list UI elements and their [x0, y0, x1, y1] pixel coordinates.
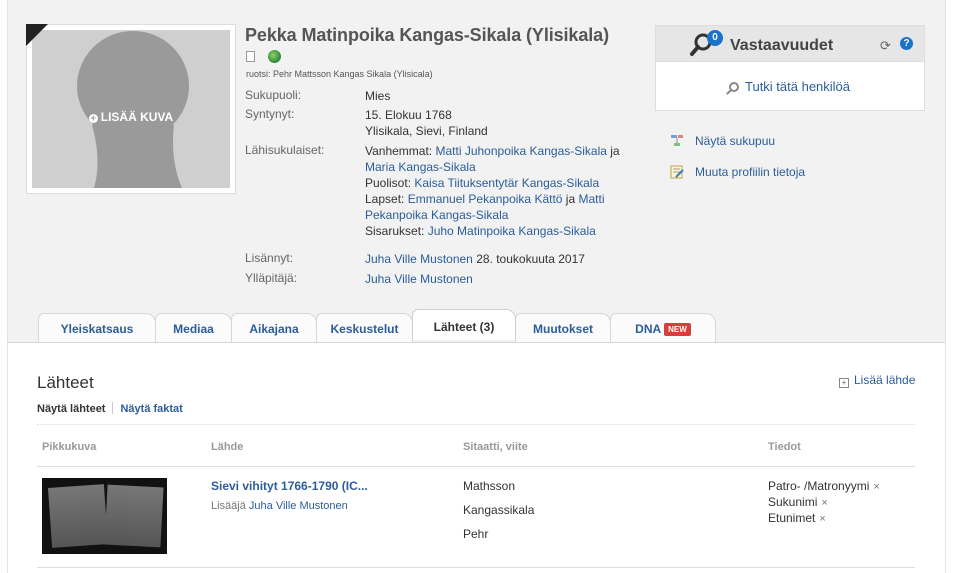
- tab-discussions[interactable]: Keskustelut: [316, 313, 413, 342]
- add-photo-label: LISÄÄ KUVA: [100, 110, 174, 124]
- column-citation: Sitaatti, viite: [463, 441, 528, 453]
- citation-item: Mathsson: [463, 479, 516, 493]
- edit-profile-icon: [670, 165, 684, 179]
- show-tree-label: Näytä sukupuu: [695, 134, 776, 148]
- info-label: Sukunimi: [768, 495, 818, 509]
- born-place: Ylisikala, Sievi, Finland: [365, 124, 488, 138]
- new-badge: NEW: [664, 323, 691, 336]
- manager-link[interactable]: Juha Ville Mustonen: [365, 272, 473, 286]
- tab-dna-label: DNA: [635, 322, 662, 336]
- add-photo-button[interactable]: + LISÄÄ KUVA: [32, 110, 230, 124]
- family-tree-icon: [671, 135, 683, 146]
- citation-item: Pehr: [463, 527, 489, 541]
- column-source: Lähde: [211, 441, 244, 453]
- added-by-prefix: Lisääjä: [211, 500, 249, 512]
- tab-media[interactable]: Mediaa: [155, 313, 232, 342]
- edit-profile-label: Muuta profiilin tietoja: [695, 165, 806, 179]
- silhouette-icon: [77, 31, 189, 188]
- photo-corner-ribbon: [26, 24, 48, 46]
- photo-placeholder: + LISÄÄ KUVA: [32, 30, 230, 188]
- added-label: Lisännyt:: [245, 251, 294, 265]
- profile-photo[interactable]: + LISÄÄ KUVA: [26, 24, 236, 194]
- document-icon[interactable]: [246, 51, 255, 63]
- info-label: Etunimet: [768, 511, 816, 525]
- filter-divider: [112, 402, 114, 414]
- research-person-link[interactable]: Tutki tätä henkilöä: [729, 79, 850, 94]
- siblings-prefix: Sisarukset:: [365, 224, 428, 238]
- info-label: Patro- /Matronyymi: [768, 479, 870, 493]
- added-date: 28. toukokuuta 2017: [472, 252, 585, 266]
- tab-overview[interactable]: Yleiskatsaus: [38, 313, 156, 342]
- add-source-label: Lisää lähde: [854, 373, 916, 387]
- column-thumbnail: Pikkukuva: [42, 441, 97, 453]
- table-row: Sievi vihityt 1766-1790 (IC... Lisääjä J…: [37, 468, 915, 568]
- manager-label: Ylläpitäjä:: [245, 271, 298, 285]
- child-link-2-cont[interactable]: Pekanpoika Kangas-Sikala: [365, 208, 508, 222]
- alternate-name: ruotsi: Pehr Mattsson Kangas Sikala (Yli…: [246, 69, 433, 79]
- gender-value: Mies: [365, 89, 391, 103]
- added-by-link[interactable]: Juha Ville Mustonen: [365, 252, 473, 266]
- research-link-label: Tutki tätä henkilöä: [745, 79, 851, 94]
- name-icons: [246, 49, 282, 64]
- info-item: Sukunimi ×: [768, 495, 828, 509]
- remove-icon[interactable]: ×: [819, 513, 825, 525]
- father-link[interactable]: Matti Juhonpoika Kangas-Sikala: [435, 144, 606, 158]
- column-info: Tiedot: [768, 441, 801, 453]
- help-icon[interactable]: ?: [900, 37, 913, 50]
- info-item: Patro- /Matronyymi ×: [768, 479, 880, 493]
- spouse-link[interactable]: Kaisa Tiituksentytär Kangas-Sikala: [414, 176, 599, 190]
- refresh-icon[interactable]: ⟳: [880, 38, 891, 54]
- remove-icon[interactable]: ×: [821, 497, 827, 509]
- source-title-link[interactable]: Sievi vihityt 1766-1790 (IC...: [211, 479, 368, 493]
- source-filters: Näytä lähteet Näytä faktat: [37, 402, 183, 415]
- spouse-prefix: Puolisot:: [365, 176, 415, 190]
- matches-count-badge: 0: [707, 30, 723, 46]
- citation-item: Kangassikala: [463, 503, 535, 517]
- globe-icon[interactable]: [268, 50, 282, 64]
- profile-name: Pekka Matinpoika Kangas-Sikala (Ylisikal…: [245, 25, 609, 45]
- source-added-by: Lisääjä Juha Ville Mustonen: [211, 500, 348, 512]
- gender-label: Sukupuoli:: [245, 88, 302, 102]
- tab-sources[interactable]: Lähteet (3): [412, 309, 516, 340]
- search-icon: [729, 82, 739, 92]
- born-date: 15. Elokuu 1768: [365, 108, 452, 122]
- matches-header: 0 Vastaavuudet ⟳ ?: [656, 26, 924, 62]
- child-link-1[interactable]: Emmanuel Pekanpoika Kättö: [408, 192, 563, 206]
- info-item: Etunimet ×: [768, 511, 826, 525]
- plus-icon: +: [839, 378, 849, 388]
- add-source-button[interactable]: + Lisää lähde: [839, 373, 915, 388]
- plus-icon: +: [88, 113, 98, 123]
- filter-show-sources[interactable]: Näytä lähteet: [37, 403, 105, 415]
- sources-heading: Lähteet: [37, 373, 94, 392]
- child-link-2[interactable]: Matti: [578, 192, 604, 206]
- edit-profile-link[interactable]: Muuta profiilin tietoja: [670, 165, 805, 179]
- matches-title: Vastaavuudet: [730, 37, 834, 54]
- added-by-link[interactable]: Juha Ville Mustonen: [249, 500, 348, 512]
- parents-prefix: Vanhemmat:: [365, 144, 436, 158]
- filter-show-facts[interactable]: Näytä faktat: [120, 403, 182, 415]
- tab-dna[interactable]: DNA NEW: [610, 313, 716, 342]
- tab-timeline[interactable]: Aikajana: [231, 313, 317, 342]
- mother-link[interactable]: Maria Kangas-Sikala: [365, 160, 476, 174]
- page-image-right: [104, 484, 164, 548]
- relatives-label: Lähisukulaiset:: [245, 143, 325, 157]
- born-label: Syntynyt:: [245, 107, 295, 121]
- children-prefix: Lapset:: [365, 192, 408, 206]
- tab-changes[interactable]: Muutokset: [515, 313, 611, 342]
- table-header: Pikkukuva Lähde Sitaatti, viite Tiedot: [37, 424, 915, 467]
- source-thumbnail[interactable]: [42, 478, 167, 554]
- page-image-left: [47, 484, 109, 548]
- show-tree-link[interactable]: Näytä sukupuu: [670, 134, 775, 148]
- and-text: ja: [606, 144, 620, 158]
- sibling-link[interactable]: Juho Matinpoika Kangas-Sikala: [428, 224, 596, 238]
- and-text: ja: [562, 192, 579, 206]
- matches-panel: 0 Vastaavuudet ⟳ ? Tutki tätä henkilöä: [655, 25, 925, 111]
- remove-icon[interactable]: ×: [873, 481, 879, 493]
